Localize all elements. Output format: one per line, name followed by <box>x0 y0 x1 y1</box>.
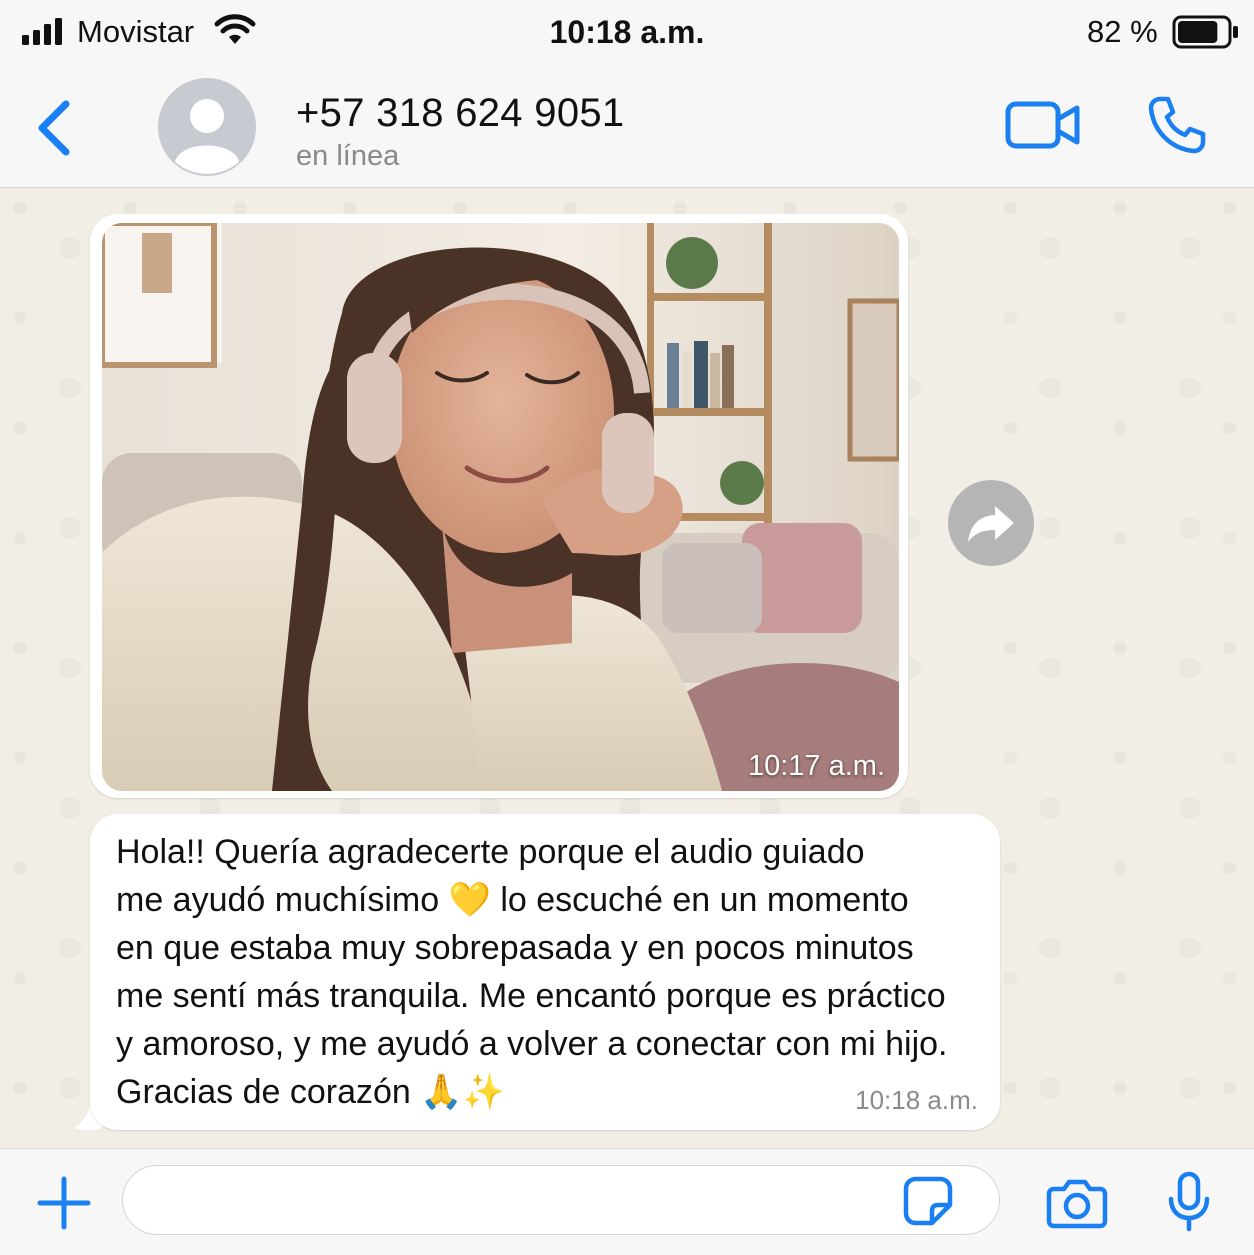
status-time: 10:18 a.m. <box>549 14 705 50</box>
battery-percent: 82 % <box>1087 14 1158 49</box>
input-bar <box>0 1148 1254 1255</box>
chat-header: +57 318 624 9051 en línea <box>0 66 1254 188</box>
contact-name[interactable]: +57 318 624 9051 <box>296 91 624 136</box>
microphone-icon[interactable] <box>1166 1171 1212 1233</box>
share-arrow-icon <box>968 506 1014 542</box>
sticker-icon[interactable] <box>902 1175 954 1227</box>
message-text: Hola!! Quería agradecerte porque el audi… <box>116 833 948 1111</box>
back-chevron-icon[interactable] <box>30 96 80 160</box>
text-message-bubble[interactable]: Hola!! Quería agradecerte porque el audi… <box>90 814 1000 1130</box>
status-bar: Movistar 10:18 a.m. 82 % <box>0 0 1254 66</box>
message-timestamp: 10:18 a.m. <box>855 1085 978 1115</box>
contact-avatar[interactable] <box>158 78 256 176</box>
contact-status: en línea <box>296 140 400 172</box>
shared-photo[interactable]: 10:17 a.m. <box>102 223 899 791</box>
photo-illustration <box>102 223 899 791</box>
forward-button[interactable] <box>948 480 1034 566</box>
image-timestamp: 10:17 a.m. <box>747 750 885 782</box>
avatar-placeholder-icon <box>158 78 256 176</box>
image-message-bubble[interactable]: 10:17 a.m. <box>90 214 908 798</box>
camera-icon[interactable] <box>1046 1177 1108 1229</box>
message-input[interactable] <box>122 1165 1000 1235</box>
video-camera-icon[interactable] <box>1005 100 1081 150</box>
phone-icon[interactable] <box>1146 94 1208 156</box>
battery-icon <box>1172 15 1238 49</box>
chat-area[interactable]: 10:17 a.m. Hola!! Quería agradecerte por… <box>0 188 1254 1148</box>
plus-icon[interactable] <box>36 1175 92 1231</box>
